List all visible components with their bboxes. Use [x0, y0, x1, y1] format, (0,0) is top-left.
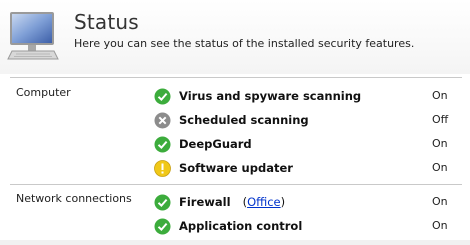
check-icon	[154, 194, 171, 211]
feature-state: On	[432, 161, 448, 174]
feature-name: Software updater	[179, 161, 293, 175]
feature-name-text: Firewall	[179, 195, 231, 209]
check-icon	[154, 88, 171, 105]
firewall-profile-link[interactable]: Office	[247, 195, 281, 209]
feature-name: DeepGuard	[179, 137, 252, 151]
status-row-firewall: Firewall (Office) On	[154, 194, 454, 212]
status-row-scheduled-scanning: Scheduled scanning Off	[154, 112, 454, 130]
feature-state: Off	[432, 113, 449, 126]
check-icon	[154, 218, 171, 235]
section-label-computer: Computer	[16, 86, 71, 99]
feature-state: On	[432, 195, 448, 208]
page-subtitle: Here you can see the status of the insta…	[74, 37, 415, 50]
bottom-strip	[0, 240, 470, 245]
feature-state: On	[432, 137, 448, 150]
header: Status Here you can see the status of th…	[0, 0, 470, 74]
status-row-software-updater: Software updater On	[154, 160, 454, 178]
status-row-deepguard: DeepGuard On	[154, 136, 454, 154]
warning-icon	[154, 160, 171, 177]
feature-state: On	[432, 219, 448, 232]
status-row-application-control: Application control On	[154, 218, 454, 236]
x-icon	[154, 112, 171, 129]
page-title: Status	[74, 10, 139, 34]
section-divider	[10, 184, 462, 185]
section-divider	[10, 77, 462, 78]
computer-monitor-icon	[7, 12, 59, 60]
feature-state: On	[432, 89, 448, 102]
feature-name: Scheduled scanning	[179, 113, 309, 127]
section-label-network-connections: Network connections	[16, 192, 132, 205]
status-row-virus-scanning: Virus and spyware scanning On	[154, 88, 454, 106]
paren-close: )	[280, 195, 286, 209]
feature-name: Application control	[179, 219, 303, 233]
feature-name: Firewall (Office)	[179, 195, 285, 209]
check-icon	[154, 136, 171, 153]
feature-name: Virus and spyware scanning	[179, 89, 362, 103]
